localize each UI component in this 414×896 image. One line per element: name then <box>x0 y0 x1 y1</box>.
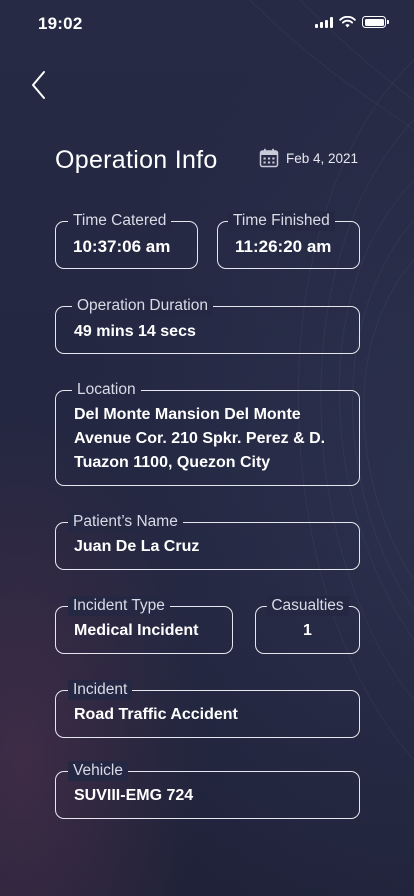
incident-type-value: Medical Incident <box>74 622 199 639</box>
operation-duration-label: Operation Duration <box>72 296 213 316</box>
incident-type-field: Incident Type Medical Incident <box>55 596 233 654</box>
location-value: Del Monte Mansion Del Monte Avenue Cor. … <box>74 406 326 471</box>
time-finished-field: Time Finished 11:26:20 am <box>217 211 360 269</box>
time-catered-field: Time Catered 10:37:06 am <box>55 211 198 269</box>
patient-name-field: Patient’s Name Juan De La Cruz <box>55 512 360 570</box>
status-time: 19:02 <box>38 14 83 33</box>
patient-name-value: Juan De La Cruz <box>74 538 200 555</box>
cellular-signal-icon <box>315 16 333 28</box>
page-title: Operation Info <box>55 146 218 174</box>
time-finished-value: 11:26:20 am <box>235 237 332 256</box>
incident-label: Incident <box>68 680 133 700</box>
status-icons <box>315 16 389 28</box>
chevron-left-icon <box>32 71 45 99</box>
patient-name-label: Patient’s Name <box>68 512 183 532</box>
time-catered-label: Time Catered <box>68 211 172 231</box>
vehicle-value: SUVIII-EMG 724 <box>74 787 194 804</box>
operation-date: Feb 4, 2021 <box>286 150 359 166</box>
casualties-label: Casualties <box>266 596 349 616</box>
time-catered-value: 10:37:06 am <box>73 237 171 256</box>
location-label: Location <box>72 380 141 400</box>
casualties-value: 1 <box>303 622 312 639</box>
incident-field: Incident Road Traffic Accident <box>55 680 360 738</box>
vehicle-field: Vehicle SUVIII-EMG 724 <box>55 761 360 819</box>
incident-value: Road Traffic Accident <box>74 706 238 723</box>
battery-icon <box>362 16 389 28</box>
incident-type-label: Incident Type <box>68 596 170 616</box>
operation-duration-value: 49 mins 14 secs <box>74 323 196 340</box>
date-display: Feb 4, 2021 <box>259 148 358 168</box>
casualties-field: Casualties 1 <box>255 596 360 654</box>
back-button[interactable] <box>26 68 54 102</box>
location-field: Location Del Monte Mansion Del Monte Ave… <box>55 380 360 486</box>
wifi-icon <box>339 16 356 28</box>
operation-duration-field: Operation Duration 49 mins 14 secs <box>55 296 360 354</box>
vehicle-label: Vehicle <box>68 761 128 781</box>
time-finished-label: Time Finished <box>228 211 335 231</box>
calendar-icon <box>259 148 279 168</box>
screen: 19:02 Operation Info Feb 4, 2021 Time Ca… <box>0 0 414 896</box>
